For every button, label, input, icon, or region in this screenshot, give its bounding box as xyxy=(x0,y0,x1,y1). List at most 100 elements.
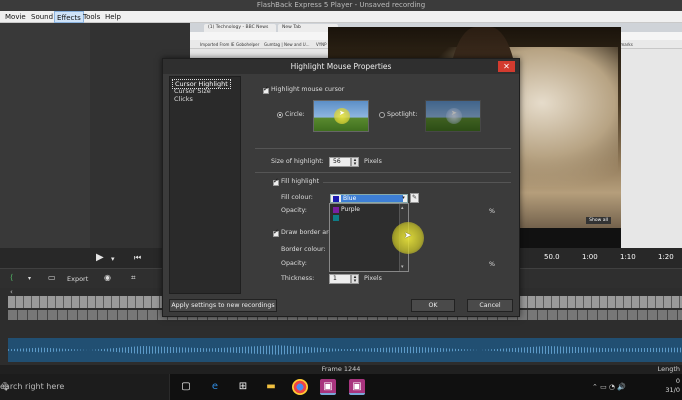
flashback-recorder-icon[interactable]: ▣ xyxy=(320,379,336,395)
thickness-input[interactable]: 1 xyxy=(329,274,351,284)
bookmark: Gumtag | New and U... xyxy=(264,42,310,47)
export-icon[interactable]: ▭ xyxy=(48,273,56,282)
fill-highlight-checkbox[interactable] xyxy=(273,177,279,186)
play-icon[interactable]: ▶ xyxy=(96,252,104,263)
colour-picker-icon[interactable]: ✎ xyxy=(410,193,419,203)
audio-waveform xyxy=(8,345,682,355)
fill-colour-value: Blue xyxy=(341,195,403,202)
camera-icon[interactable]: ◉ xyxy=(104,273,111,282)
circle-preview: ➤ xyxy=(313,100,369,132)
share-icon[interactable]: ⟨ xyxy=(10,273,13,282)
ruler-tick: 1:10 xyxy=(620,253,636,261)
clock-time: 0 xyxy=(675,377,680,385)
dialog-title: Highlight Mouse Properties xyxy=(163,59,519,74)
store-icon[interactable]: ⊞ xyxy=(235,379,251,395)
menu-sound[interactable]: Sound xyxy=(29,11,55,23)
clock-date: 31/0 xyxy=(665,386,680,394)
play-dropdown-icon[interactable]: ▾ xyxy=(111,255,115,263)
highlight-cursor-label: Highlight mouse cursor xyxy=(271,86,345,93)
microphone-icon[interactable]: 🎙 xyxy=(0,382,10,391)
chrome-icon[interactable] xyxy=(292,379,308,395)
circle-radio[interactable] xyxy=(277,112,283,118)
fill-colour-label: Fill colour: xyxy=(281,194,313,201)
cursor-icon: ➤ xyxy=(451,109,457,117)
opacity-percent: % xyxy=(489,208,495,215)
draw-border-checkbox[interactable] xyxy=(273,228,279,237)
nav-cursor-size[interactable]: Cursor Size xyxy=(172,87,213,95)
window-title: FlashBack Express 5 Player - Unsaved rec… xyxy=(0,0,682,11)
opacity2-percent: % xyxy=(489,261,495,268)
frame-counter: Frame 1244 xyxy=(321,365,361,373)
scroll-down-icon[interactable]: ▾ xyxy=(401,264,404,270)
status-bar: Frame 1244 Length xyxy=(0,365,682,374)
time-ruler: 50.0 1:00 1:10 1:20 xyxy=(520,248,682,268)
thickness-unit: Pixels xyxy=(364,275,382,282)
opacity-label: Opacity: xyxy=(281,207,307,214)
edge-icon[interactable]: e xyxy=(207,379,223,395)
circle-label: Circle: xyxy=(285,111,305,118)
size-unit: Pixels xyxy=(364,158,382,165)
opacity2-label: Opacity: xyxy=(281,260,307,267)
show-all-button: Show all xyxy=(586,217,611,224)
audio-track[interactable] xyxy=(8,338,682,362)
border-colour-label: Border colour: xyxy=(281,246,326,253)
timeline-scroll-left-icon[interactable]: ‹ xyxy=(10,288,13,296)
file-explorer-icon[interactable]: ▬ xyxy=(263,379,279,395)
menu-help[interactable]: Help xyxy=(103,11,123,23)
highlight-mouse-dialog: Highlight Mouse Properties ✕ Cursor High… xyxy=(162,58,520,317)
browser-tab: (1) Technology - BBC News xyxy=(204,24,276,32)
export-label[interactable]: Export xyxy=(67,275,88,283)
fill-highlight-label: Fill highlight xyxy=(281,178,320,185)
separator xyxy=(255,172,511,173)
separator xyxy=(323,182,511,183)
menu-bar: Movie Sound Effects Tools Help xyxy=(0,11,682,23)
flashback-player-icon[interactable]: ▣ xyxy=(349,379,365,395)
cancel-button[interactable]: Cancel xyxy=(467,299,513,312)
thickness-stepper[interactable]: ▴ ▾ xyxy=(351,274,359,284)
system-tray: ⌃ ▭ ◔ 🔊 0 31/0 xyxy=(582,374,682,400)
dialog-nav: Cursor Highlight Cursor Size Clicks xyxy=(169,76,241,294)
apply-to-new-recordings-button[interactable]: Apply settings to new recordings xyxy=(169,299,277,312)
taskbar-search[interactable]: earch right here 🎙 xyxy=(0,374,170,400)
teal-swatch xyxy=(333,215,339,221)
spotlight-label: Spotlight: xyxy=(387,111,418,118)
dropdown-item-purple[interactable]: Purple xyxy=(331,206,399,214)
menu-movie[interactable]: Movie xyxy=(3,11,28,23)
purple-swatch xyxy=(333,207,339,213)
size-label: Size of highlight: xyxy=(271,158,324,165)
tray-icons[interactable]: ⌃ ▭ ◔ 🔊 xyxy=(592,383,626,391)
fill-colour-swatch xyxy=(333,196,339,202)
ruler-tick: 1:00 xyxy=(582,253,598,261)
dropdown-item-teal[interactable] xyxy=(331,214,399,222)
dropdown-item-label: Purple xyxy=(341,206,360,213)
length-label: Length xyxy=(657,365,680,373)
share-dropdown-icon[interactable]: ▾ xyxy=(28,275,31,282)
menu-effects[interactable]: Effects xyxy=(54,11,84,23)
chevron-down-icon[interactable]: ▾ xyxy=(400,195,407,202)
taskbar-clock[interactable]: 0 31/0 xyxy=(665,377,680,395)
close-icon[interactable]: ✕ xyxy=(498,61,515,72)
ruler-tick: 50.0 xyxy=(544,253,560,261)
fill-colour-select[interactable]: Blue ▾ xyxy=(330,194,408,203)
scroll-up-icon[interactable]: ▴ xyxy=(401,205,404,211)
mouse-cursor-icon: ➤ xyxy=(404,231,412,241)
ruler-tick: 1:20 xyxy=(658,253,674,261)
spotlight-preview: ➤ xyxy=(425,100,481,132)
left-pane xyxy=(0,23,90,248)
bookmark: Gobohelper xyxy=(236,42,260,47)
bookmark: Imported From IE xyxy=(200,42,235,47)
spotlight-radio[interactable] xyxy=(379,112,385,118)
skip-back-icon[interactable]: ⏮ xyxy=(134,253,141,263)
menu-tools[interactable]: Tools xyxy=(81,11,102,23)
highlight-cursor-checkbox[interactable] xyxy=(263,85,269,94)
task-view-icon[interactable]: ▢ xyxy=(178,379,194,395)
windows-taskbar: earch right here 🎙 ▢ e ⊞ ▬ ▣ ▣ ⌃ ▭ ◔ 🔊 0… xyxy=(0,374,682,400)
cursor-icon: ➤ xyxy=(339,109,345,117)
crop-icon[interactable]: ⌗ xyxy=(131,273,136,283)
nav-clicks[interactable]: Clicks xyxy=(172,95,195,103)
thickness-label: Thickness: xyxy=(281,275,315,282)
ok-button[interactable]: OK xyxy=(411,299,455,312)
size-stepper[interactable]: ▴ ▾ xyxy=(351,157,359,167)
separator xyxy=(255,148,511,149)
size-input[interactable]: 56 xyxy=(329,157,351,167)
